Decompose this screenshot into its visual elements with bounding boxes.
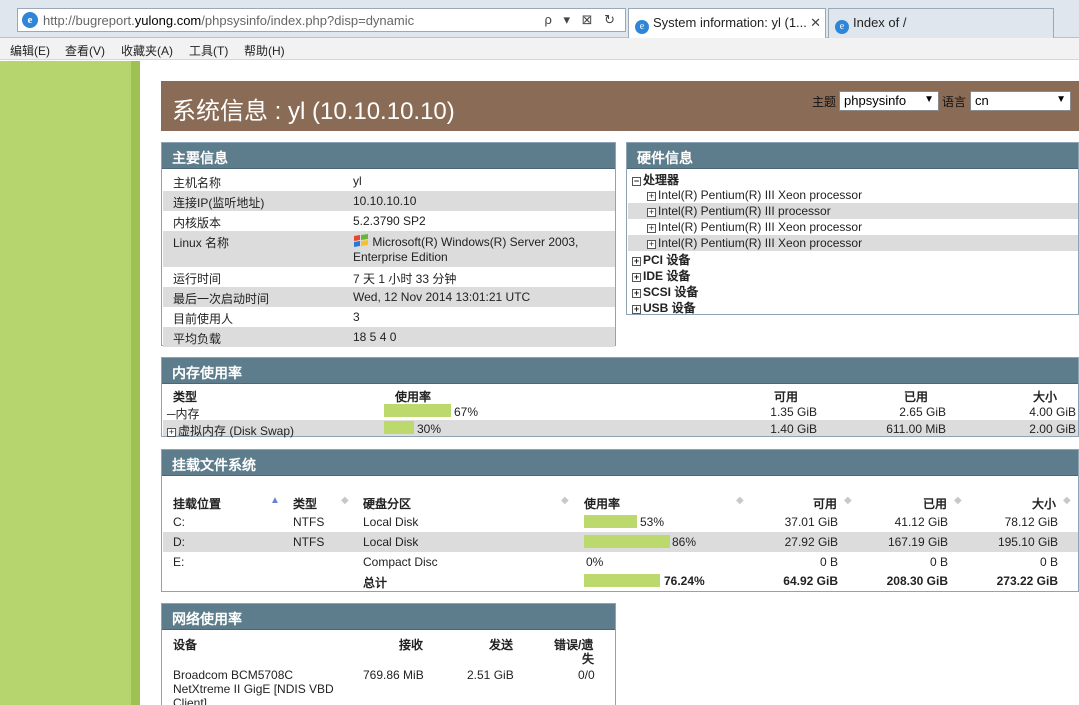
filesystems-title: 挂载文件系统: [162, 450, 1078, 476]
info-row: Linux 名称 Microsoft(R) Windows(R) Server …: [163, 231, 615, 267]
expand-icon[interactable]: +: [647, 224, 656, 233]
processor-item: + Intel(R) Pentium(R) III Xeon processor: [647, 220, 863, 234]
ie-tab-icon: e: [835, 20, 849, 34]
sort-icon[interactable]: ◆: [844, 495, 852, 506]
filesystem-total-row: 总计 76.24% 64.92 GiB 208.30 GiB 273.22 Gi…: [363, 574, 1058, 590]
memory-row: + 虚拟内存 (Disk Swap) 30% 1.40 GiB 611.00 Mi…: [163, 420, 1078, 438]
info-row: 最后一次启动时间 Wed, 12 Nov 2014 13:01:21 UTC: [163, 287, 615, 307]
info-row: 目前使用人 3: [173, 310, 360, 326]
ie-tab-icon: e: [635, 20, 649, 34]
filesystem-row: C: NTFS Local Disk 53% 37.01 GiB 41.12 G…: [173, 515, 1058, 529]
processor-item: + Intel(R) Pentium(R) III Xeon processor: [628, 235, 1078, 251]
disk-total-usage-bar: [584, 574, 661, 587]
sort-icon[interactable]: ◆: [954, 495, 962, 506]
page-left-border: [131, 61, 140, 705]
theme-select[interactable]: phpsysinfo ▼: [839, 91, 939, 111]
menu-view[interactable]: 查看(V): [65, 42, 105, 59]
sort-icon[interactable]: ◆: [341, 495, 349, 506]
network-title: 网络使用率: [162, 604, 615, 630]
network-panel: 网络使用率 设备 接收 发送 错误/遗 失 Broadcom BCM5708C …: [161, 603, 616, 705]
memory-header-row: 类型 使用率 可用 已用 大小: [173, 390, 1058, 404]
tree-pci[interactable]: + PCI 设备: [632, 251, 690, 268]
sort-size[interactable]: 大小: [1032, 495, 1056, 512]
tab-system-information[interactable]: e System information: yl (1... ✕: [628, 8, 826, 38]
expand-icon[interactable]: +: [647, 208, 656, 217]
url-text: http://bugreport.yulong.com/phpsysinfo/i…: [43, 13, 415, 28]
collapse-icon[interactable]: −: [632, 177, 641, 186]
close-icon[interactable]: ✕: [810, 15, 821, 31]
ie-page-icon: e: [22, 12, 38, 28]
sort-icon[interactable]: ◆: [561, 495, 569, 506]
theme-label: 主题: [812, 95, 837, 109]
sort-usage[interactable]: 使用率: [584, 495, 620, 512]
sort-icon[interactable]: ◆: [736, 495, 744, 506]
tab-index-of[interactable]: e Index of /: [828, 8, 1054, 38]
tree-ide[interactable]: + IDE 设备: [632, 267, 690, 284]
chevron-down-icon: ▼: [924, 94, 934, 105]
address-bar-tools-icon[interactable]: ρ ▾ ⊠ ↻: [544, 12, 619, 28]
expand-icon[interactable]: +: [647, 192, 656, 201]
sort-partition[interactable]: 硬盘分区: [363, 495, 411, 512]
sort-icon[interactable]: ◆: [1063, 495, 1071, 506]
sort-asc-icon[interactable]: ▲: [270, 495, 280, 506]
menu-favorites[interactable]: 收藏夹(A): [121, 42, 173, 59]
expand-icon[interactable]: +: [632, 273, 641, 282]
processor-item: + Intel(R) Pentium(R) III processor: [628, 203, 1078, 219]
menu-bar: 编辑(E) 查看(V) 收藏夹(A) 工具(T) 帮助(H): [0, 38, 1079, 60]
network-header-row: 设备 接收 发送 错误/遗 失: [173, 638, 595, 666]
tree-processor[interactable]: − 处理器: [632, 171, 679, 188]
disk-usage-bar: [584, 515, 637, 528]
expand-icon[interactable]: +: [632, 305, 641, 314]
sort-used[interactable]: 已用: [923, 495, 947, 512]
memory-title: 内存使用率: [162, 358, 1078, 384]
menu-help[interactable]: 帮助(H): [244, 42, 285, 59]
network-row: Broadcom BCM5708C NetXtreme II GigE [NDI…: [173, 668, 595, 705]
expand-icon[interactable]: +: [632, 257, 641, 266]
filesystem-row: E: Compact Disc 0% 0 B 0 B 0 B: [173, 555, 1058, 569]
browser-toolbar: e http://bugreport.yulong.com/phpsysinfo…: [0, 0, 1079, 38]
memory-usage-bar: [384, 404, 451, 417]
memory-usage-bar: [384, 421, 414, 434]
address-bar[interactable]: e http://bugreport.yulong.com/phpsysinfo…: [17, 8, 626, 32]
filesystems-header-row: 挂载位置 ▲ 类型 ◆ 硬盘分区 ◆ 使用率 ◆ 可用 ◆ 已用 ◆ 大小 ◆: [163, 492, 1078, 512]
tree-scsi[interactable]: + SCSI 设备: [632, 283, 698, 300]
sort-mount[interactable]: 挂载位置: [173, 495, 221, 512]
page-title: 系统信息 : yl (10.10.10.10): [172, 98, 455, 125]
expand-icon[interactable]: +: [167, 428, 176, 437]
info-row: 平均负载 18 5 4 0: [163, 327, 615, 347]
filesystem-row: D: NTFS Local Disk 86% 27.92 GiB 167.19 …: [163, 532, 1078, 552]
language-select[interactable]: cn ▼: [970, 91, 1071, 111]
filesystems-panel: 挂载文件系统 挂载位置 ▲ 类型 ◆ 硬盘分区 ◆ 使用率 ◆ 可用 ◆ 已用 …: [161, 449, 1079, 592]
sort-type[interactable]: 类型: [293, 495, 317, 512]
tree-usb[interactable]: + USB 设备: [632, 299, 696, 316]
hardware-panel: 硬件信息 − 处理器 + Intel(R) Pentium(R) III Xeon …: [626, 142, 1079, 315]
info-row: 连接IP(监听地址) 10.10.10.10: [163, 191, 615, 211]
main-info-title: 主要信息: [162, 143, 615, 169]
menu-edit[interactable]: 编辑(E): [10, 42, 50, 59]
sort-free[interactable]: 可用: [813, 495, 837, 512]
page-header: 系统信息 : yl (10.10.10.10) 主题 phpsysinfo ▼ 语…: [161, 81, 1079, 131]
info-row: 主机名称 yl: [173, 174, 362, 190]
memory-row: ─内存 67% 1.35 GiB 2.65 GiB 4.00 GiB: [167, 404, 1076, 421]
memory-panel: 内存使用率 类型 使用率 可用 已用 大小 ─内存 67% 1.35 GiB 2…: [161, 357, 1079, 438]
windows-logo-icon: [354, 234, 368, 247]
hardware-title: 硬件信息: [627, 143, 1078, 169]
info-row: 运行时间 7 天 1 小时 33 分钟: [173, 272, 457, 286]
expand-icon[interactable]: +: [632, 289, 641, 298]
chevron-down-icon: ▼: [1056, 94, 1066, 105]
page-left-background: [0, 61, 140, 705]
expand-icon[interactable]: +: [647, 240, 656, 249]
language-label: 语言: [942, 95, 967, 109]
main-info-panel: 主要信息 主机名称 yl 连接IP(监听地址) 10.10.10.10 内核版本…: [161, 142, 616, 347]
info-row: 内核版本 5.2.3790 SP2: [173, 214, 426, 230]
menu-tools[interactable]: 工具(T): [189, 42, 228, 59]
disk-usage-bar: [584, 535, 670, 548]
